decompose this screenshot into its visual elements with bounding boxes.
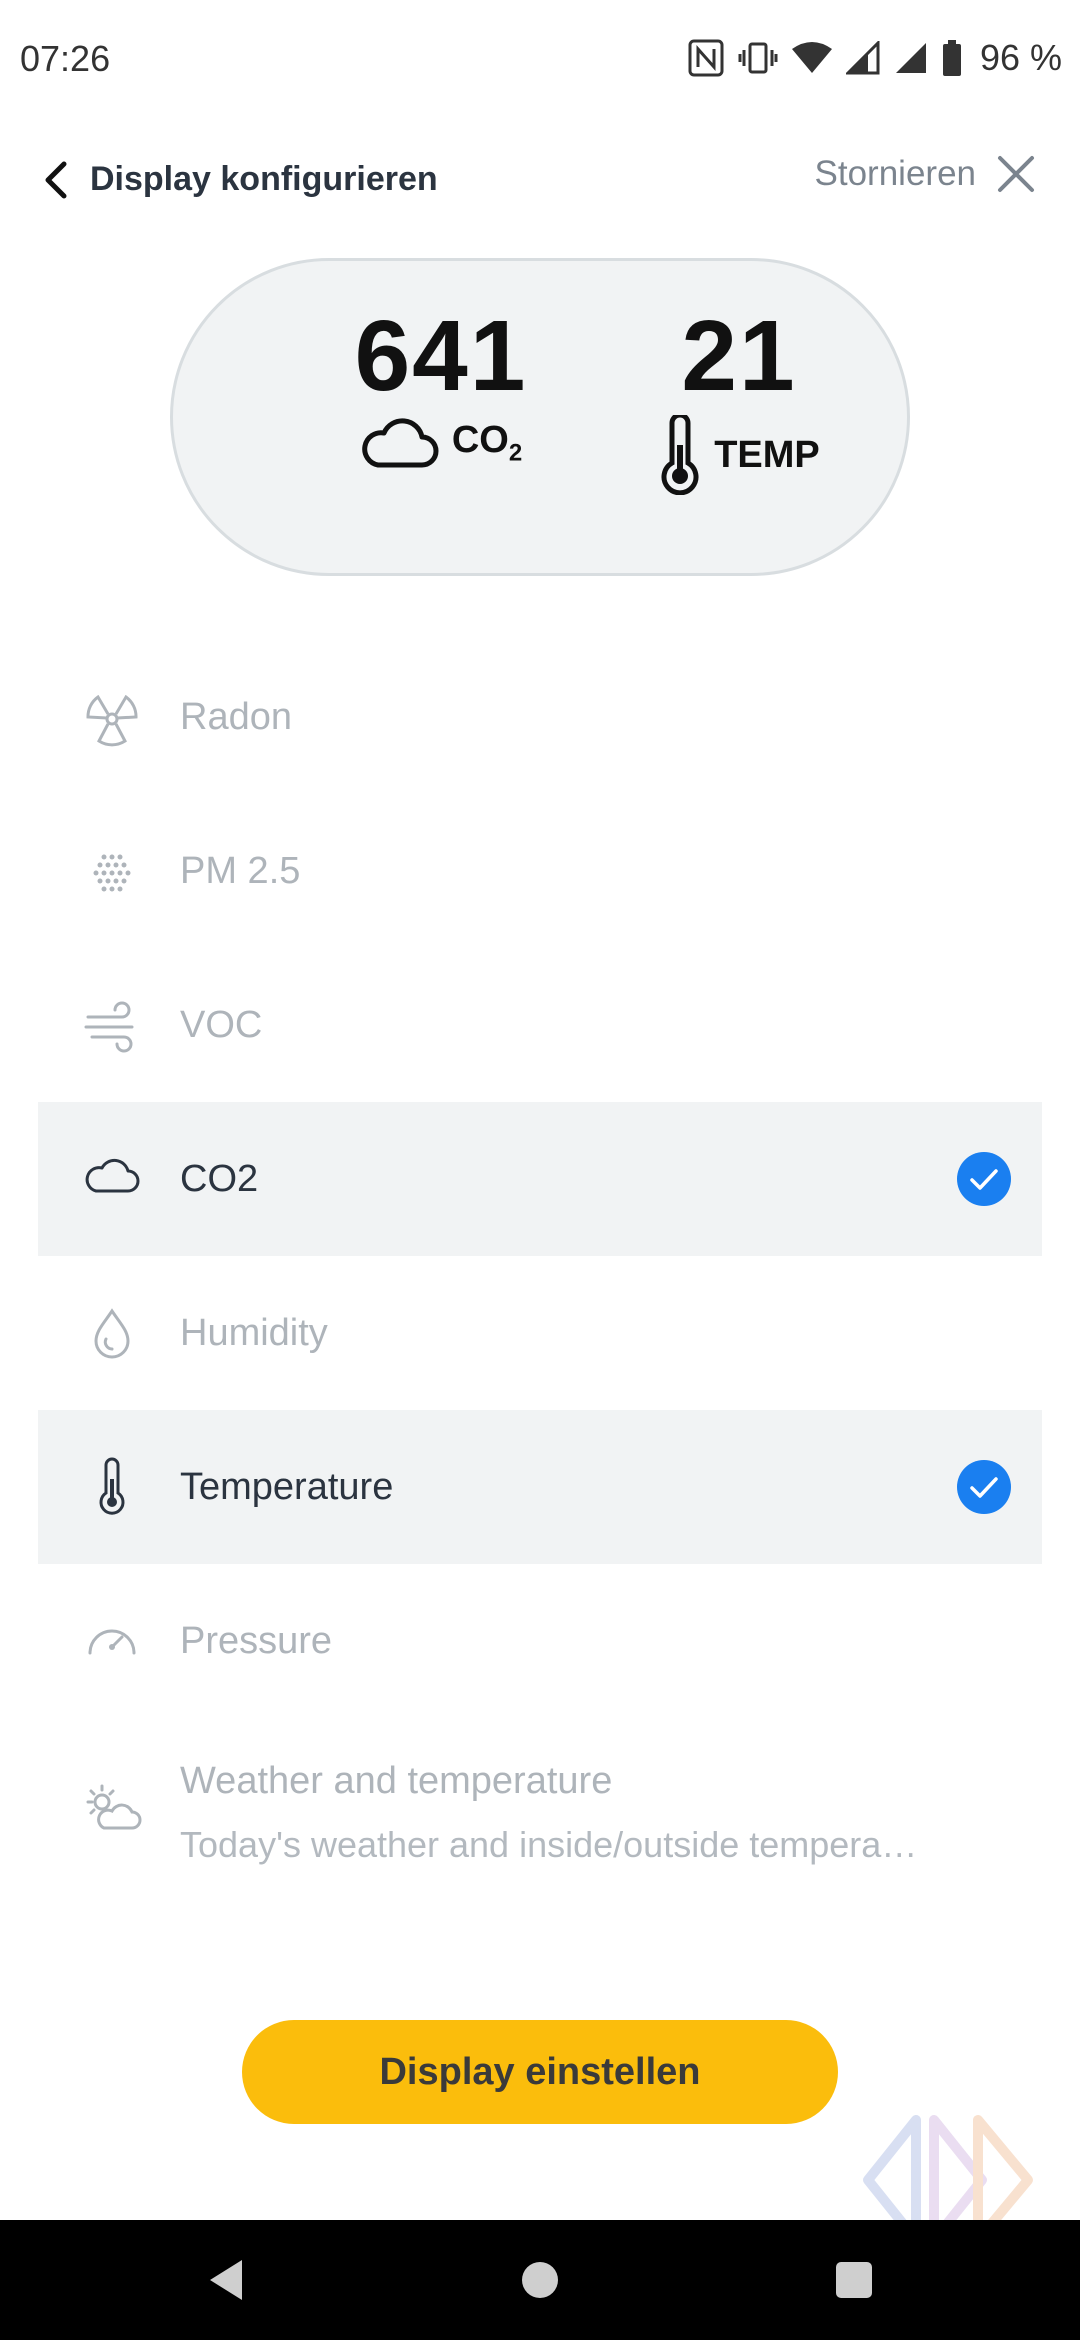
option-voc[interactable]: VOC — [38, 948, 1042, 1102]
option-label: Temperature — [180, 1465, 394, 1508]
signal-icon — [895, 43, 926, 73]
option-label: Radon — [180, 695, 292, 738]
signal-icon — [845, 41, 880, 75]
battery-percentage: 96 % — [979, 37, 1062, 78]
status-bar: 07:26 96 % — [0, 0, 1080, 120]
page-title: Display konfigurieren — [90, 160, 438, 198]
thermometer-icon — [99, 1457, 125, 1515]
option-pm25[interactable]: PM 2.5 — [38, 794, 1042, 948]
option-temperature[interactable]: Temperature — [38, 1410, 1042, 1564]
header: Display konfigurieren Stornieren — [0, 140, 1080, 220]
option-label: Pressure — [180, 1619, 333, 1662]
display-options-list: Radon PM 2.5 VOC CO2 Humidity Temperatur… — [38, 640, 1042, 1908]
particles-icon — [93, 854, 131, 892]
nfc-icon — [688, 39, 724, 77]
cancel-button[interactable]: Stornieren — [815, 154, 1036, 194]
option-label: Humidity — [180, 1311, 328, 1354]
vibrate-icon — [738, 42, 778, 74]
nav-back-icon[interactable] — [198, 2252, 254, 2308]
display-preview: 641 CO2 21 TEMP — [170, 258, 910, 576]
option-label: VOC — [180, 1003, 263, 1046]
metric-label: TEMP — [714, 433, 820, 476]
close-icon[interactable] — [996, 154, 1036, 194]
thermometer-icon — [661, 415, 699, 495]
weather-icon — [86, 1784, 142, 1830]
drop-icon — [94, 1308, 130, 1359]
checkmark-icon[interactable] — [956, 1459, 1012, 1515]
metric-value: 641 — [354, 300, 528, 412]
status-icons: 96 % — [688, 34, 1062, 82]
wind-icon — [84, 1001, 134, 1053]
option-humidity[interactable]: Humidity — [38, 1256, 1042, 1410]
option-sublabel: Today's weather and inside/outside tempe… — [180, 1824, 918, 1865]
status-time: 07:26 — [20, 38, 111, 79]
cloud-icon — [362, 418, 439, 468]
battery-icon — [942, 40, 961, 76]
wifi-icon — [791, 42, 832, 73]
cancel-label: Stornieren — [814, 154, 976, 193]
option-label: PM 2.5 — [180, 849, 301, 892]
chevron-left-icon[interactable] — [38, 158, 78, 202]
metric-label: CO2 — [451, 418, 523, 467]
option-weather[interactable]: Weather and temperature Today's weather … — [38, 1718, 1042, 1908]
system-navigation-bar — [0, 2220, 1080, 2340]
nav-recents-icon[interactable] — [826, 2252, 882, 2308]
radiation-icon — [86, 694, 138, 747]
nav-home-icon[interactable] — [512, 2252, 568, 2308]
preview-metric-temp: 21 TEMP — [619, 301, 859, 495]
preview-metric-co2: 641 CO2 — [321, 301, 561, 471]
option-label: CO2 — [180, 1157, 259, 1200]
gauge-icon — [88, 1629, 136, 1655]
set-display-button[interactable]: Display einstellen — [242, 2020, 838, 2124]
option-radon[interactable]: Radon — [38, 640, 1042, 794]
option-label: Weather and temperature — [180, 1760, 613, 1802]
metric-value: 21 — [681, 300, 797, 412]
option-co2[interactable]: CO2 — [38, 1102, 1042, 1256]
cloud-icon — [85, 1158, 140, 1193]
checkmark-icon[interactable] — [956, 1151, 1012, 1207]
option-pressure[interactable]: Pressure — [38, 1564, 1042, 1718]
